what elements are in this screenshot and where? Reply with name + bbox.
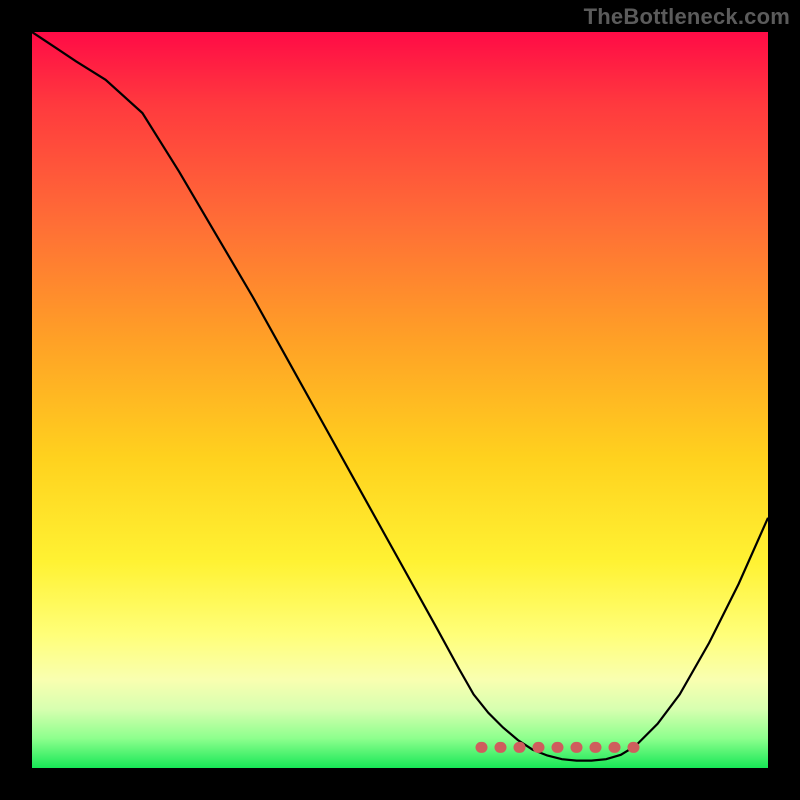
watermark-text: TheBottleneck.com xyxy=(584,4,790,30)
chart-svg xyxy=(32,32,768,768)
bottleneck-curve xyxy=(32,32,768,761)
chart-plot-area xyxy=(32,32,768,768)
